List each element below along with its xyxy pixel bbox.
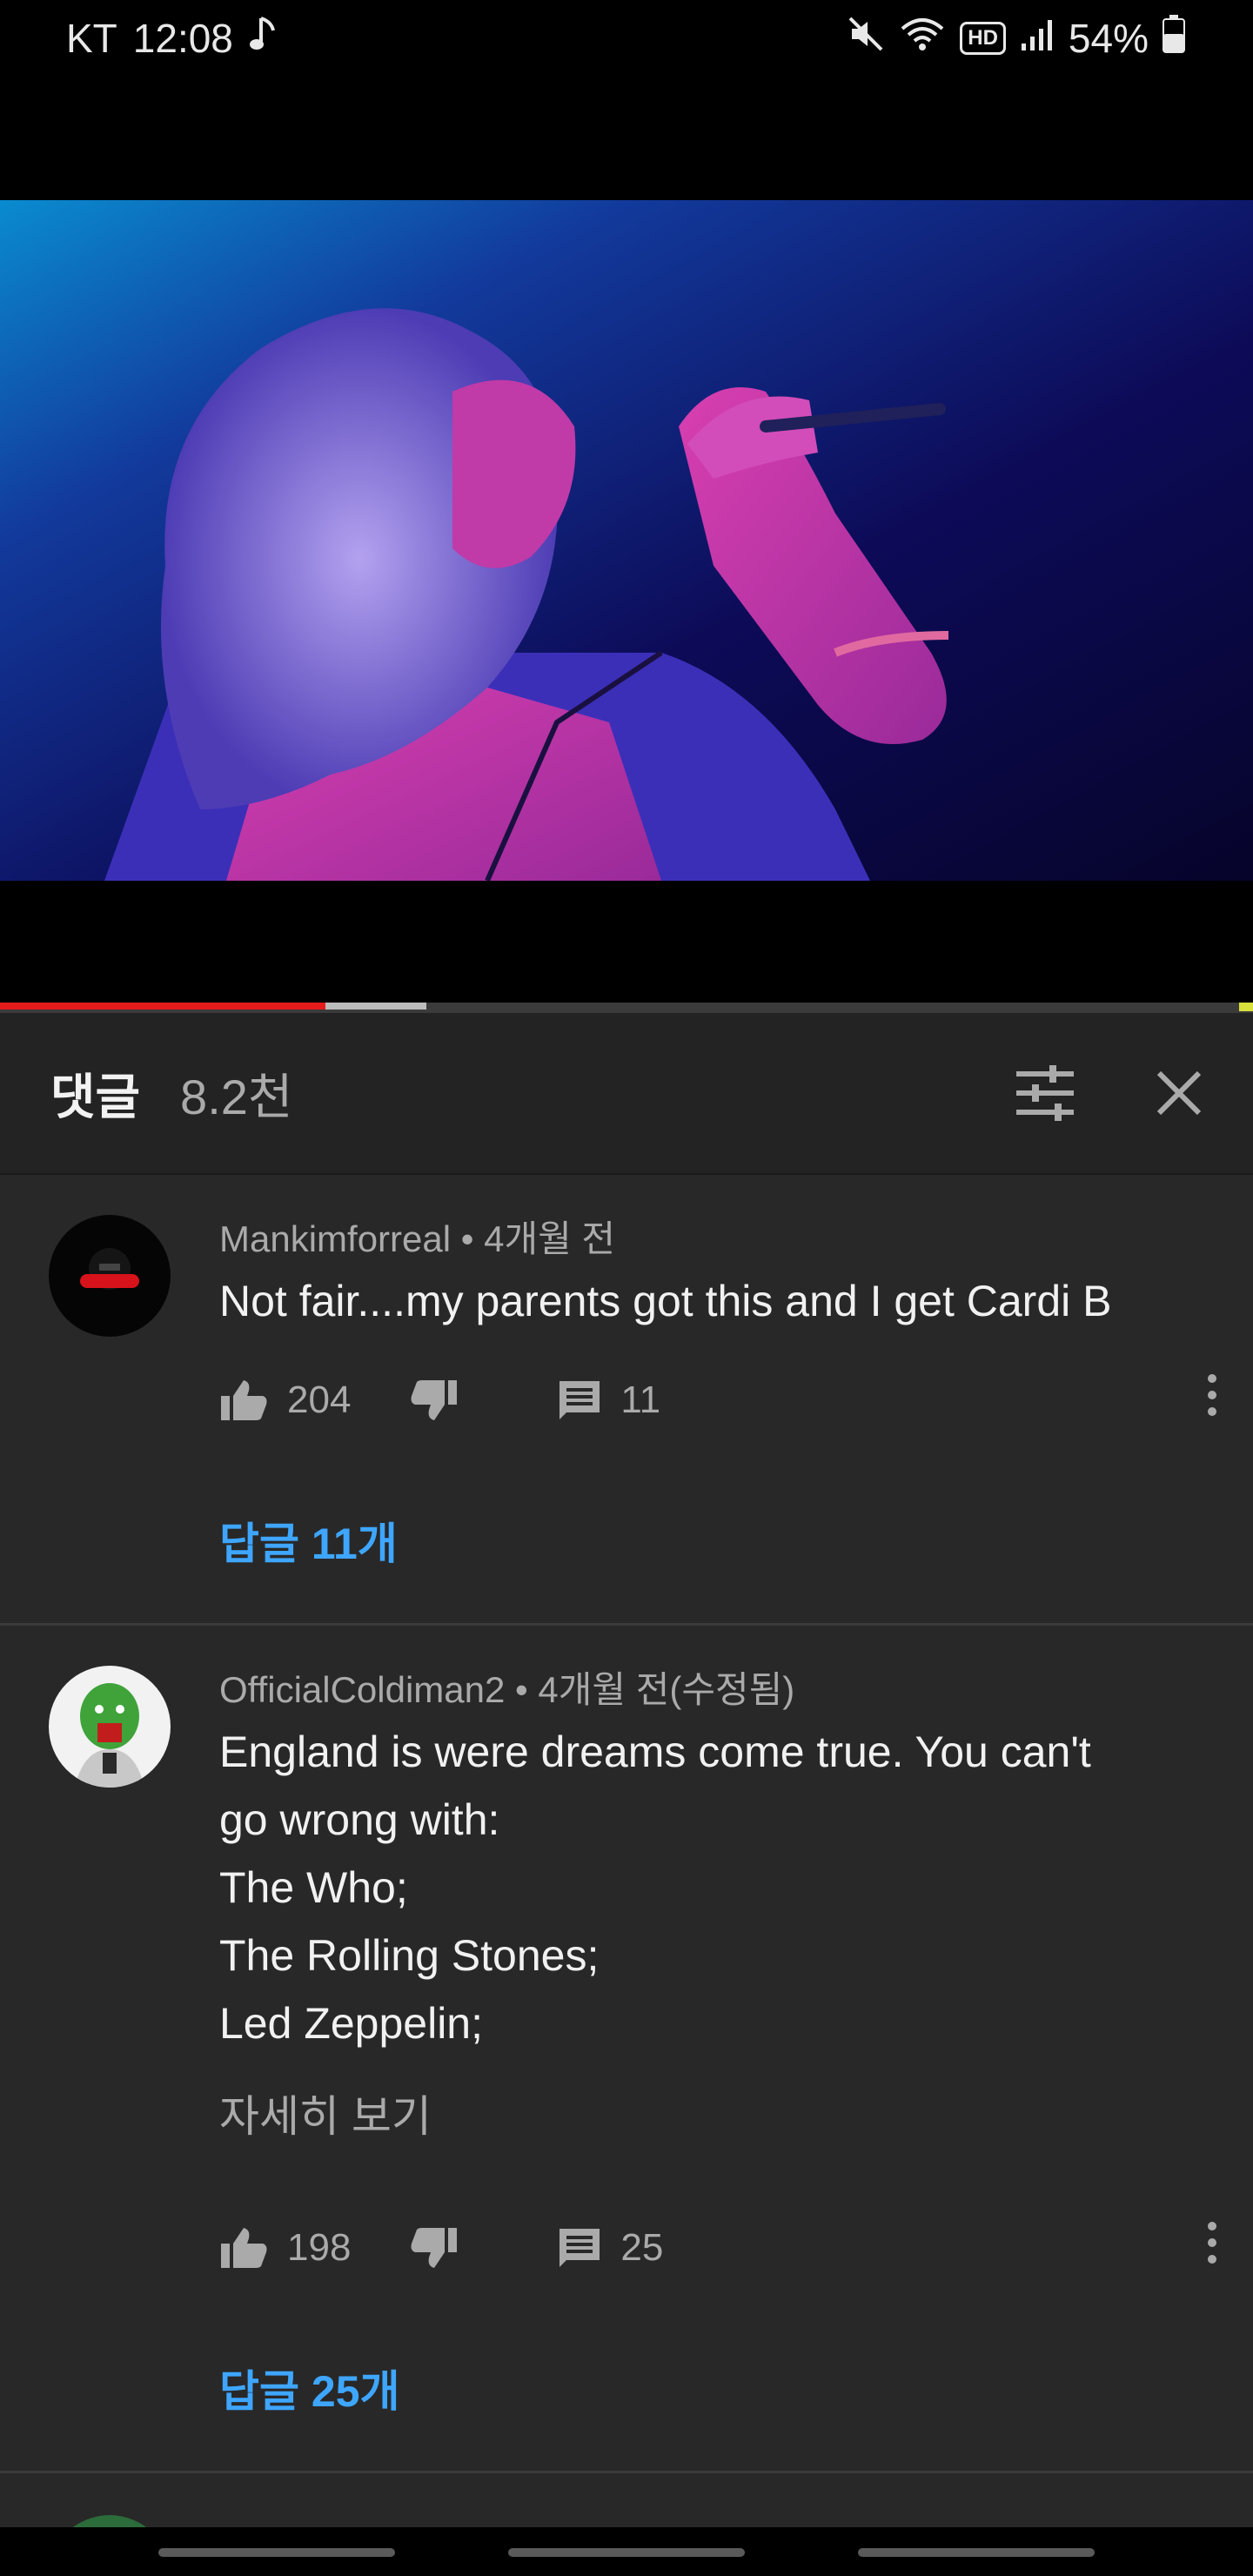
comment-line: Led Zeppelin;	[219, 1999, 484, 2048]
comment-text: England is were dreams come true. You ca…	[219, 1718, 1201, 2057]
reply-button[interactable]: 11	[558, 1379, 660, 1422]
view-replies-link[interactable]: 답글 25개	[219, 2357, 400, 2419]
close-icon[interactable]	[1156, 1070, 1203, 1117]
comment-text: Not fair....my parents got this and I ge…	[219, 1277, 1112, 1325]
carrier-label: KT	[66, 16, 117, 61]
ad-marker	[1239, 1003, 1253, 1011]
music-note-icon	[249, 15, 278, 63]
like-button[interactable]: 204	[219, 1379, 351, 1422]
next-comment-avatar[interactable]	[49, 2515, 171, 2527]
comment-line: The Who;	[219, 1863, 408, 1912]
thumbs-up-icon	[221, 2227, 267, 2268]
played-bar	[0, 1003, 326, 1010]
wifi-icon	[899, 15, 946, 63]
dislike-button[interactable]	[410, 2226, 459, 2270]
comments-count: 8.2천	[180, 1069, 293, 1124]
battery-label: 54%	[1068, 16, 1149, 61]
signal-icon	[1020, 15, 1055, 62]
comment-icon	[559, 2228, 600, 2267]
reply-count: 25	[620, 2225, 664, 2269]
reply-button[interactable]: 25	[558, 2226, 663, 2270]
thumbs-down-icon	[411, 2227, 458, 2268]
buffered-bar	[325, 1003, 426, 1010]
clock: 12:08	[132, 16, 233, 61]
like-count: 204	[287, 1378, 352, 1421]
mute-icon	[847, 15, 885, 63]
nav-home-handle[interactable]	[508, 2548, 745, 2557]
dislike-button[interactable]	[410, 1379, 459, 1422]
view-replies-link[interactable]: 답글 11개	[219, 1509, 398, 1572]
comments-title: 댓글	[50, 1069, 141, 1124]
comments-header: 댓글 8.2천	[0, 1013, 1253, 1175]
reply-count: 11	[620, 1378, 661, 1421]
thumbs-up-icon	[221, 1379, 267, 1420]
video-player[interactable]	[0, 77, 1253, 1003]
nav-recents-handle[interactable]	[858, 2548, 1095, 2557]
battery-icon	[1163, 14, 1185, 63]
thumbs-down-icon	[411, 1379, 458, 1420]
like-button[interactable]: 198	[219, 2226, 351, 2270]
like-count: 198	[287, 2225, 352, 2269]
comment-line: England is were dreams come true. You ca…	[219, 1727, 1091, 1776]
more-options-icon[interactable]	[1206, 2221, 1218, 2274]
comment-meta: Mankimforreal • 4개월 전	[219, 1218, 616, 1259]
avatar[interactable]	[49, 1215, 171, 1337]
video-frame	[0, 200, 1253, 881]
status-bar: KT 12:08 HD 54%	[0, 0, 1253, 77]
comment-line: go wrong with:	[219, 1795, 500, 1844]
comment-line: The Rolling Stones;	[219, 1931, 600, 1980]
comment-meta: OfficialColdiman2 • 4개월 전(수정됨)	[219, 1669, 795, 1710]
hd-icon: HD	[960, 22, 1006, 55]
nav-back-handle[interactable]	[158, 2548, 395, 2557]
system-nav-bar	[0, 2527, 1253, 2576]
more-options-icon[interactable]	[1206, 1373, 1218, 1426]
comment-item: OfficialColdiman2 • 4개월 전(수정됨) England i…	[0, 1626, 1253, 2473]
avatar[interactable]	[49, 1666, 171, 1788]
comment-icon	[559, 1380, 600, 1419]
comment-item: Mankimforreal • 4개월 전 Not fair....my par…	[0, 1175, 1253, 1626]
video-progress-bar[interactable]	[0, 1003, 1253, 1013]
sort-filter-icon[interactable]	[1015, 1065, 1075, 1121]
read-more-link[interactable]: 자세히 보기	[219, 2082, 1201, 2144]
